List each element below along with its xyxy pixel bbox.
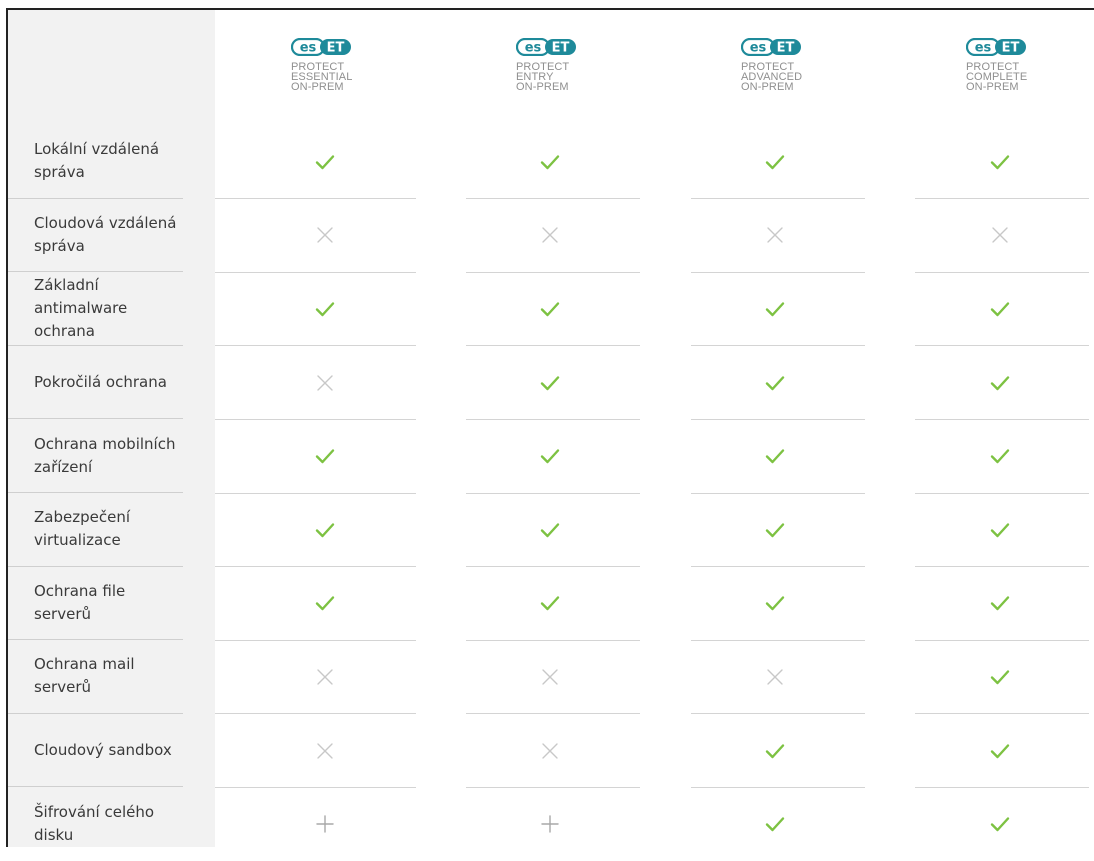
check-icon [913, 787, 1087, 861]
feature-label: Ochrana mobilních zařízení [34, 434, 176, 476]
feature-label: Pokročilá ochrana [34, 372, 167, 391]
plus-icon [238, 787, 412, 861]
cross-icon [463, 199, 637, 273]
feature-label: Cloudová vzdálená správa [34, 213, 177, 255]
cross-icon [688, 199, 862, 273]
svg-text:ET: ET [552, 41, 570, 56]
check-icon [913, 640, 1087, 714]
check-icon [913, 419, 1087, 493]
check-icon [463, 419, 637, 493]
svg-text:es: es [750, 41, 767, 56]
check-icon [688, 493, 862, 567]
check-icon [688, 787, 862, 861]
cross-icon [238, 199, 412, 273]
svg-text:ET: ET [327, 41, 345, 56]
eset-logo: es ET [965, 37, 1026, 57]
check-icon [463, 272, 637, 346]
check-icon [463, 567, 637, 641]
plan-name-line: ON-PREM [966, 81, 1019, 93]
check-icon [238, 567, 412, 641]
check-icon [688, 419, 862, 493]
feature-row: Šifrování celého disku [8, 787, 183, 861]
check-icon [238, 493, 412, 567]
check-icon [688, 272, 862, 346]
plan-name: PROTECT COMPLETE ON-PREM [966, 62, 1086, 93]
check-icon [913, 346, 1087, 420]
cross-icon [238, 346, 412, 420]
eset-logo: es ET [515, 37, 576, 57]
svg-text:ET: ET [777, 41, 795, 56]
feature-row: Zabezpečení virtualizace [8, 493, 183, 567]
check-icon [913, 714, 1087, 788]
plan-header: es ET PROTECT ENTRY ON-PREM [515, 37, 636, 128]
eset-logo: es ET [740, 37, 801, 57]
plan-name: PROTECT ESSENTIAL ON-PREM [291, 62, 411, 93]
svg-text:es: es [300, 41, 317, 56]
feature-row: Pokročilá ochrana [8, 346, 183, 420]
feature-column: Lokální vzdálená správa Cloudová vzdálená… [8, 10, 215, 847]
feature-row: Lokální vzdálená správa [8, 125, 183, 199]
check-icon [688, 125, 862, 199]
feature-row: Ochrana mobilních zařízení [8, 419, 183, 493]
check-icon [913, 125, 1087, 199]
feature-row: Základní antimalware ochrana [8, 272, 183, 346]
feature-label: Ochrana file serverů [34, 581, 126, 623]
eset-logo: es ET [290, 37, 351, 57]
check-icon [688, 567, 862, 641]
plan-name: PROTECT ADVANCED ON-PREM [741, 62, 861, 93]
check-icon [463, 125, 637, 199]
plan-name: PROTECT ENTRY ON-PREM [516, 62, 636, 93]
cross-icon [238, 714, 412, 788]
check-icon [463, 493, 637, 567]
svg-text:es: es [975, 41, 992, 56]
cross-icon [238, 640, 412, 714]
cross-icon [688, 640, 862, 714]
check-icon [238, 419, 412, 493]
check-icon [913, 493, 1087, 567]
feature-row: Ochrana file serverů [8, 567, 183, 641]
check-icon [913, 272, 1087, 346]
plus-icon [463, 787, 637, 861]
feature-label: Lokální vzdálená správa [34, 140, 160, 182]
feature-row: Cloudový sandbox [8, 714, 183, 788]
check-icon [913, 567, 1087, 641]
feature-row: Ochrana mail serverů [8, 640, 183, 714]
plan-header: es ET PROTECT COMPLETE ON-PREM [965, 37, 1086, 128]
plan-name-line: ON-PREM [741, 81, 794, 93]
plan-header: es ET PROTECT ESSENTIAL ON-PREM [290, 37, 411, 128]
feature-label: Šifrování celého disku [34, 803, 155, 845]
feature-label: Základní antimalware ochrana [34, 275, 128, 340]
plan-name-line: ON-PREM [291, 81, 344, 93]
feature-label: Cloudový sandbox [34, 740, 172, 759]
plan-header: es ET PROTECT ADVANCED ON-PREM [740, 37, 861, 128]
svg-text:es: es [525, 41, 542, 56]
plan-name-line: ON-PREM [516, 81, 569, 93]
cross-icon [913, 199, 1087, 273]
svg-text:ET: ET [1002, 41, 1020, 56]
check-icon [238, 272, 412, 346]
check-icon [688, 346, 862, 420]
check-icon [688, 714, 862, 788]
feature-row: Cloudová vzdálená správa [8, 199, 183, 273]
check-icon [238, 125, 412, 199]
feature-label: Ochrana mail serverů [34, 655, 135, 697]
feature-label: Zabezpečení virtualizace [34, 508, 130, 550]
check-icon [463, 346, 637, 420]
cross-icon [463, 714, 637, 788]
cross-icon [463, 640, 637, 714]
